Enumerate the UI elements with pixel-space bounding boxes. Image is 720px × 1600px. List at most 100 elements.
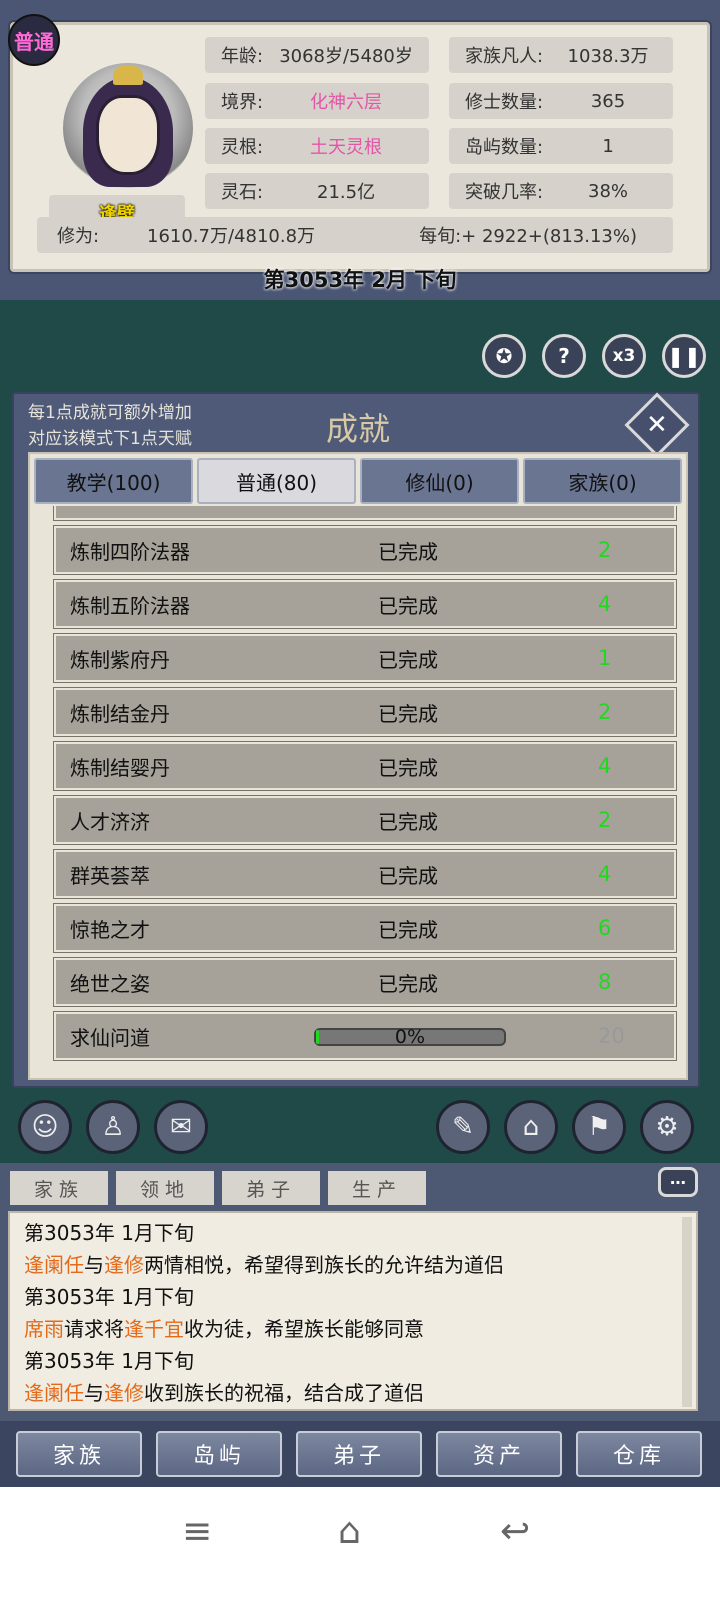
achievement-status: 已完成 xyxy=(378,701,438,726)
achievement-dialog: 每1点成就可额外增加 对应该模式下1点天赋 成就 ✕ 教学(100) 普通(80… xyxy=(12,392,700,1088)
log-tab-disciples[interactable]: 弟子 xyxy=(222,1171,320,1205)
list-item: 炼制四阶法器 已完成 2 xyxy=(53,525,677,575)
cultivators-label: 修士数量: xyxy=(465,92,544,113)
spirit-root-value: 土天灵根 xyxy=(310,137,383,158)
more-icon[interactable]: ⋯ xyxy=(658,1167,698,1197)
list-item: 群英荟萃 已完成 4 xyxy=(53,849,677,899)
list-item: 人才济济 已完成 2 xyxy=(53,795,677,845)
character-icon[interactable]: ♙ xyxy=(86,1100,140,1154)
cultivators-value: 365 xyxy=(590,90,626,112)
realm-stat: 境界: 化神六层 xyxy=(205,83,429,119)
log-scrollbar[interactable] xyxy=(682,1217,692,1407)
dialog-title: 成就 xyxy=(325,410,390,448)
face-icon[interactable]: ☺ xyxy=(18,1100,72,1154)
achievement-list[interactable]: 炼制四阶法器 已完成 2 炼制五阶法器 已完成 4 炼制紫府丹 已完成 1 炼制结金丹 已完成… xyxy=(40,506,678,1078)
cultivators-stat: 修士数量: 365 xyxy=(449,83,673,119)
achievement-icon[interactable]: ✪ xyxy=(482,334,526,378)
pause-button[interactable]: ❚❚ xyxy=(662,334,706,378)
tab-cultivation[interactable]: 修仙(0) xyxy=(360,458,519,504)
achievement-name: 炼制紫府丹 xyxy=(70,647,170,672)
tab-normal[interactable]: 普通(80) xyxy=(197,458,356,504)
spirit-stone-label: 灵石: xyxy=(221,182,264,203)
log-tab-territory[interactable]: 领地 xyxy=(116,1171,214,1205)
list-item: 炼制结婴丹 已完成 4 xyxy=(53,741,677,791)
mortals-value: 1038.3万 xyxy=(567,46,649,67)
list-item: 炼制紫府丹 已完成 1 xyxy=(53,633,677,683)
achievement-content: 教学(100) 普通(80) 修仙(0) 家族(0) 炼制四阶法器 已完成 2 炼制… xyxy=(28,452,688,1080)
log-person[interactable]: 逢修 xyxy=(104,1381,144,1405)
realm-value: 化神六层 xyxy=(310,92,383,113)
achievement-name: 绝世之姿 xyxy=(70,971,150,996)
log-date: 第3053年 1月下旬 xyxy=(24,1349,194,1373)
log-box[interactable]: 第3053年 1月下旬 逢阑任与逢修两情相悦，希望得到族长的允许结为道侣 第30… xyxy=(8,1211,698,1411)
per-period-gain: 每旬:+ 2922+(813.13%) xyxy=(419,226,637,247)
log-person[interactable]: 逢修 xyxy=(104,1253,144,1277)
mortals-stat: 家族凡人: 1038.3万 xyxy=(449,37,673,73)
islands-label: 岛屿数量: xyxy=(465,137,544,158)
tab-teaching[interactable]: 教学(100) xyxy=(34,458,193,504)
breakthrough-label: 突破几率: xyxy=(465,182,544,203)
achievement-name: 群英荟萃 xyxy=(70,863,150,888)
log-entry: 第3053年 1月下旬 逢阑任与逢修收到族长的祝福，结合成了道侣 xyxy=(24,1345,674,1409)
home-icon[interactable]: ⌂ xyxy=(338,1511,361,1552)
nav-assets-button[interactable]: 资产 xyxy=(436,1431,562,1477)
log-entry: 第3053年 1月下旬 逢阑任与逢修两情相悦，希望得到族长的允许结为道侣 xyxy=(24,1217,674,1281)
log-date: 第3053年 1月下旬 xyxy=(24,1221,194,1245)
log-entry: 第3053年 1月下旬 席雨请求将逢千宜收为徒，希望族长能够同意 xyxy=(24,1281,674,1345)
achievement-name: 人才济济 xyxy=(70,809,150,834)
character-avatar[interactable] xyxy=(63,63,193,193)
list-item: 炼制结金丹 已完成 2 xyxy=(53,687,677,737)
islands-stat: 岛屿数量: 1 xyxy=(449,128,673,164)
achievement-name: 炼制五阶法器 xyxy=(70,593,190,618)
log-date: 第3053年 1月下旬 xyxy=(24,1285,194,1309)
game-date: 第3053年 2月 下旬 xyxy=(263,268,457,292)
achievement-points: 4 xyxy=(598,754,612,778)
scroll-icon[interactable]: ✉ xyxy=(154,1100,208,1154)
achievement-tabs: 教学(100) 普通(80) 修仙(0) 家族(0) xyxy=(34,458,682,504)
bottom-nav: 家族 岛屿 弟子 资产 仓库 xyxy=(0,1421,720,1487)
tab-family[interactable]: 家族(0) xyxy=(523,458,682,504)
log-person[interactable]: 逢千宜 xyxy=(124,1317,184,1341)
gear-icon[interactable]: ⚙ xyxy=(640,1100,694,1154)
list-item: 炼制五阶法器 已完成 4 xyxy=(53,579,677,629)
achievement-name: 求仙问道 xyxy=(70,1025,150,1050)
achievement-status: 已完成 xyxy=(378,971,438,996)
nav-disciples-button[interactable]: 弟子 xyxy=(296,1431,422,1477)
log-tab-production[interactable]: 生产 xyxy=(328,1171,426,1205)
help-button[interactable]: ? xyxy=(542,334,586,378)
achievement-status: 已完成 xyxy=(378,539,438,564)
achievement-points: 2 xyxy=(598,700,612,724)
list-item: 惊艳之才 已完成 6 xyxy=(53,903,677,953)
achievement-points: 6 xyxy=(598,916,612,940)
achievement-name: 惊艳之才 xyxy=(70,917,150,942)
nav-warehouse-button[interactable]: 仓库 xyxy=(576,1431,702,1477)
spirit-root-stat: 灵根: 土天灵根 xyxy=(205,128,429,164)
log-person[interactable]: 逢阑任 xyxy=(24,1381,84,1405)
breakthrough-value: 38% xyxy=(588,180,629,202)
log-person[interactable]: 席雨 xyxy=(24,1317,64,1341)
flag-icon[interactable]: ⚑ xyxy=(572,1100,626,1154)
realm-label: 境界: xyxy=(221,92,264,113)
nav-family-button[interactable]: 家族 xyxy=(16,1431,142,1477)
achievement-points: 1 xyxy=(598,646,612,670)
spirit-stone-value: 21.5亿 xyxy=(317,182,376,203)
log-person[interactable]: 逢阑任 xyxy=(24,1253,84,1277)
log-message: 收为徒，希望族长能够同意 xyxy=(184,1317,424,1341)
menu-icon[interactable]: ≡ xyxy=(182,1511,212,1552)
achievement-name: 炼制结金丹 xyxy=(70,701,170,726)
ticket-icon[interactable]: ✎ xyxy=(436,1100,490,1154)
achievement-points: 8 xyxy=(598,970,612,994)
age-value: 3068岁/5480岁 xyxy=(279,46,413,67)
cultivation-bar: 修为: 1610.7万/4810.8万 每旬:+ 2922+(813.13%) xyxy=(37,217,673,253)
achievement-points: 4 xyxy=(598,862,612,886)
age-label: 年龄: xyxy=(221,46,264,67)
speed-button[interactable]: x3 xyxy=(602,334,646,378)
list-item: 求仙问道 0% 20 xyxy=(53,1011,677,1061)
back-icon[interactable]: ↩ xyxy=(500,1511,530,1552)
mortals-label: 家族凡人: xyxy=(465,46,544,67)
log-text: 席雨请求将逢千宜收为徒，希望族长能够同意 xyxy=(24,1313,559,1345)
nav-island-button[interactable]: 岛屿 xyxy=(156,1431,282,1477)
character-info-panel: 逢壁 年龄: 3068岁/5480岁 境界: 化神六层 灵根: 土天灵根 灵石:… xyxy=(10,22,710,272)
building-icon[interactable]: ⌂ xyxy=(504,1100,558,1154)
log-tab-family[interactable]: 家族 xyxy=(10,1171,108,1205)
